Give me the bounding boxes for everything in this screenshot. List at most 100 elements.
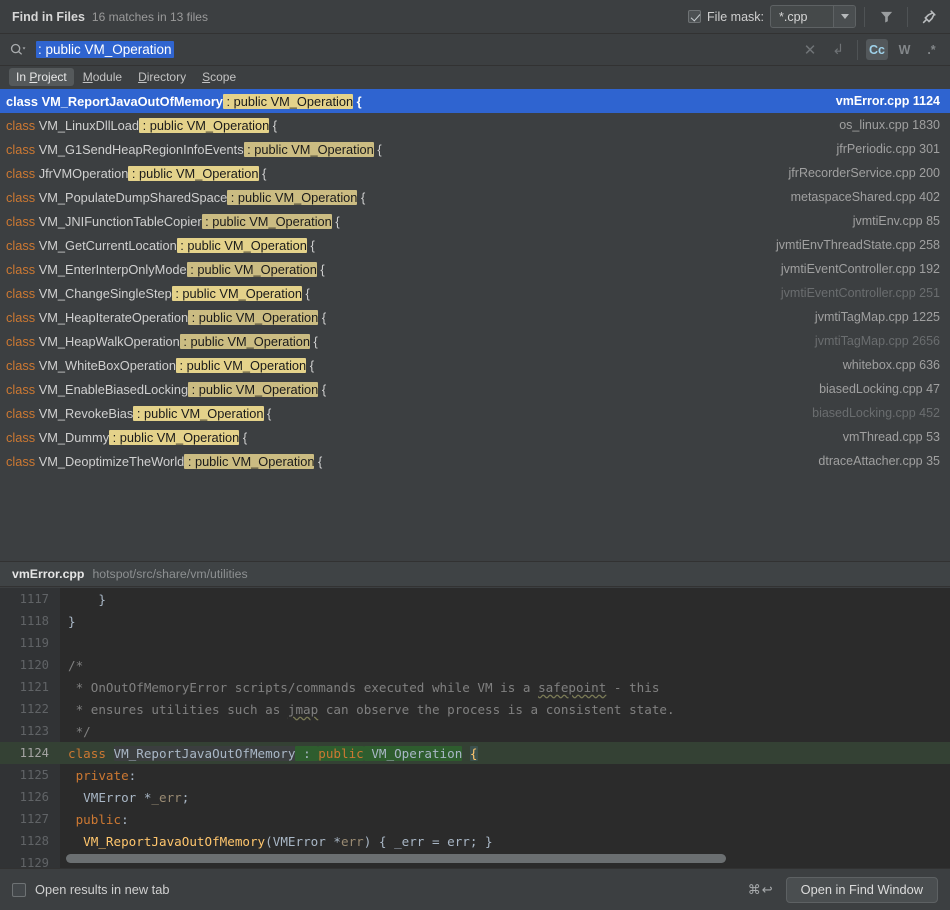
- pin-icon[interactable]: [916, 5, 942, 29]
- divider: [907, 6, 908, 27]
- result-file-location: jvmtiTagMap.cpp 1225: [814, 310, 940, 324]
- code-token: VM_ReportJavaOutOfMemory: [83, 833, 266, 849]
- code-token: */: [68, 723, 91, 739]
- result-class-name: VM_JNIFunctionTableCopier: [38, 213, 202, 229]
- result-row[interactable]: class VM_GetCurrentLocation : public VM_…: [0, 233, 950, 257]
- result-match-highlight: : public VM_Operation: [133, 405, 264, 421]
- result-class-name: VM_PopulateDumpSharedSpace: [38, 189, 228, 205]
- file-mask-combobox[interactable]: *.cpp: [770, 5, 856, 28]
- search-icon[interactable]: [9, 42, 26, 57]
- result-file-location: whitebox.cpp 636: [842, 358, 940, 372]
- result-class-name: VM_EnterInterpOnlyMode: [38, 261, 187, 277]
- regex-toggle[interactable]: .*: [921, 39, 942, 60]
- results-list[interactable]: class VM_ReportJavaOutOfMemory : public …: [0, 88, 950, 473]
- scrollbar-thumb[interactable]: [66, 854, 726, 863]
- result-tail: {: [239, 429, 248, 445]
- return-arrow-icon[interactable]: ↲: [827, 41, 849, 58]
- result-match-highlight: : public VM_Operation: [188, 381, 319, 397]
- result-row[interactable]: class VM_EnterInterpOnlyMode : public VM…: [0, 257, 950, 281]
- scope-tab-directory[interactable]: Directory: [131, 68, 193, 86]
- code-token: private: [68, 767, 129, 783]
- result-row[interactable]: class VM_WhiteBoxOperation : public VM_O…: [0, 353, 950, 377]
- match-case-toggle[interactable]: Cc: [866, 39, 888, 60]
- search-input[interactable]: : public VM_Operation: [36, 34, 793, 65]
- result-keyword: class: [6, 357, 39, 373]
- code-line: 1127 public:: [0, 808, 950, 830]
- dialog-footer: Open results in new tab ⌘↩ Open in Find …: [0, 868, 950, 910]
- line-number: 1119: [19, 636, 49, 650]
- code-text: * ensures utilities such as jmap can obs…: [60, 702, 675, 717]
- result-row[interactable]: class VM_DeoptimizeTheWorld : public VM_…: [0, 449, 950, 473]
- code-token: /*: [68, 657, 84, 673]
- result-class-name: VM_WhiteBoxOperation: [38, 357, 176, 373]
- result-file-location: metaspaceShared.cpp 402: [790, 190, 940, 204]
- code-token: * OnOutOfMemoryError scripts/commands ex…: [68, 679, 539, 695]
- open-in-new-tab-checkbox[interactable]: [12, 882, 26, 897]
- result-row[interactable]: class VM_HeapIterateOperation : public V…: [0, 305, 950, 329]
- result-row[interactable]: class VM_Dummy : public VM_Operation {vm…: [0, 425, 950, 449]
- result-class-name: VM_ReportJavaOutOfMemory: [41, 93, 223, 109]
- code-line: 1118}: [0, 610, 950, 632]
- code-token: - this: [606, 679, 660, 695]
- result-tail: {: [314, 453, 323, 469]
- result-row[interactable]: class VM_ReportJavaOutOfMemory : public …: [0, 89, 950, 113]
- code-text: public:: [60, 812, 129, 827]
- code-text: * OnOutOfMemoryError scripts/commands ex…: [60, 679, 660, 695]
- chevron-down-icon[interactable]: [833, 6, 855, 27]
- filter-funnel-icon[interactable]: [873, 5, 899, 29]
- dialog-header: Find in Files 16 matches in 13 files Fil…: [0, 0, 950, 34]
- code-token: :: [128, 767, 137, 783]
- close-icon[interactable]: ✕: [799, 41, 822, 59]
- result-row[interactable]: class VM_HeapWalkOperation : public VM_O…: [0, 329, 950, 353]
- words-toggle[interactable]: W: [894, 39, 915, 60]
- result-row[interactable]: class VM_EnableBiasedLocking : public VM…: [0, 377, 950, 401]
- result-keyword: class: [6, 429, 39, 445]
- result-tail: {: [258, 165, 267, 181]
- result-match-highlight: : public VM_Operation: [179, 333, 310, 349]
- scope-tab-in-project[interactable]: In Project: [9, 68, 74, 86]
- result-file-location: biasedLocking.cpp 452: [812, 406, 940, 420]
- result-keyword: class: [6, 309, 39, 325]
- result-match-highlight: : public VM_Operation: [243, 141, 374, 157]
- code-line: 1119: [0, 632, 950, 654]
- open-in-find-window-button[interactable]: Open in Find Window: [785, 876, 938, 903]
- result-row[interactable]: class VM_JNIFunctionTableCopier : public…: [0, 209, 950, 233]
- result-keyword: class: [6, 333, 39, 349]
- code-token: VMError *: [68, 789, 152, 805]
- result-row[interactable]: class VM_PopulateDumpSharedSpace : publi…: [0, 185, 950, 209]
- result-row[interactable]: class VM_LinuxDllLoad : public VM_Operat…: [0, 113, 950, 137]
- line-number: 1125: [19, 768, 49, 782]
- result-row[interactable]: class JfrVMOperation : public VM_Operati…: [0, 161, 950, 185]
- result-match-highlight: : public VM_Operation: [188, 309, 319, 325]
- result-file-location: biasedLocking.cpp 47: [819, 382, 940, 396]
- code-text: VMError *_err;: [60, 790, 189, 805]
- page-title: Find in Files: [12, 9, 85, 24]
- result-tail: {: [263, 405, 272, 421]
- code-token: ;: [181, 789, 190, 805]
- scope-tab-scope[interactable]: Scope: [195, 68, 243, 86]
- line-number: 1122: [19, 702, 49, 716]
- code-preview[interactable]: 1117 } 1118} 1119 1120/* 1121 * OnOutOfMemor…: [0, 588, 950, 868]
- result-row[interactable]: class VM_RevokeBias : public VM_Operatio…: [0, 401, 950, 425]
- file-mask-checkbox[interactable]: [688, 10, 702, 23]
- find-in-files-dialog: Find in Files 16 matches in 13 files Fil…: [0, 0, 950, 910]
- horizontal-scrollbar[interactable]: [60, 854, 950, 863]
- result-class-name: VM_RevokeBias: [38, 405, 134, 421]
- scope-tab-module[interactable]: Module: [76, 68, 129, 86]
- code-token: public: [318, 745, 364, 761]
- result-file-location: vmThread.cpp 53: [842, 430, 940, 444]
- code-text: }: [60, 592, 106, 607]
- result-class-name: VM_DeoptimizeTheWorld: [38, 453, 185, 469]
- open-in-new-tab-label: Open results in new tab: [35, 882, 170, 897]
- line-number: 1129: [19, 856, 49, 868]
- result-match-highlight: : public VM_Operation: [201, 213, 332, 229]
- file-mask-value: *.cpp: [779, 9, 808, 24]
- result-tail: {: [306, 357, 315, 373]
- preview-file-path: hotspot/src/share/vm/utilities: [92, 567, 248, 581]
- result-row[interactable]: class VM_ChangeSingleStep : public VM_Op…: [0, 281, 950, 305]
- result-row[interactable]: class VM_G1SendHeapRegionInfoEvents : pu…: [0, 137, 950, 161]
- preview-header: vmError.cpp hotspot/src/share/vm/utiliti…: [0, 561, 950, 587]
- result-keyword: class: [6, 117, 39, 133]
- result-keyword: class: [6, 453, 39, 469]
